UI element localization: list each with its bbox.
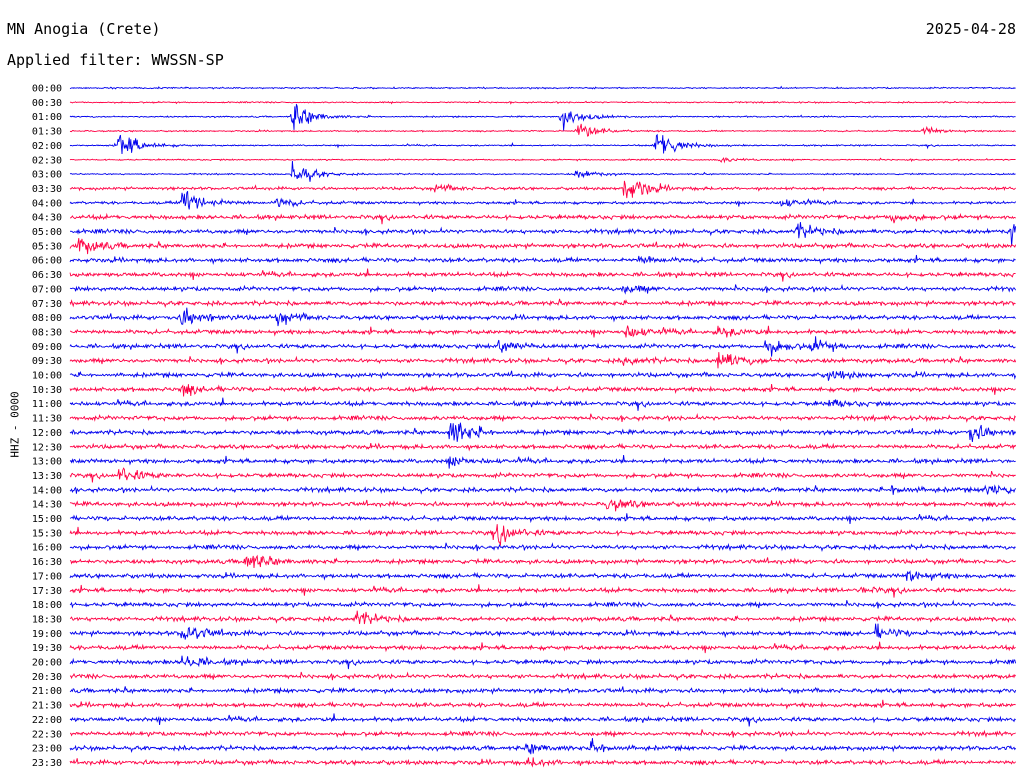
trace-line [69,222,1017,247]
time-label: 23:00 [32,744,62,755]
time-label: 17:30 [32,586,62,597]
time-label: 12:00 [32,428,62,439]
trace-line [69,499,1016,512]
trace-line [69,100,1016,105]
time-label: 20:00 [32,658,62,669]
trace-line [69,699,1016,710]
time-label: 19:00 [32,629,62,640]
trace-line [69,352,1017,369]
trace-line [69,85,1016,90]
trace-line [69,413,1016,423]
time-label: 09:30 [32,356,62,367]
time-label: 00:30 [32,98,62,109]
trace-line [69,686,1017,696]
trace-line [69,442,1017,452]
trace-line [69,238,1017,255]
time-label: 18:00 [32,600,62,611]
time-label: 21:30 [32,701,62,712]
traces [69,85,1017,768]
time-label: 16:30 [32,557,62,568]
time-label: 05:00 [32,227,62,238]
trace-line [69,728,1016,738]
trace-line [70,325,1017,338]
trace-line [69,384,1016,397]
trace-line [69,156,1016,164]
time-label: 06:30 [32,270,62,281]
time-label: 15:00 [32,514,62,525]
time-label: 04:30 [32,213,62,224]
time-label: 10:00 [32,371,62,382]
trace-line [69,370,1017,381]
trace-line [69,191,1016,210]
trace-line [69,123,1016,137]
time-label: 05:30 [32,241,62,252]
trace-line [69,212,1016,225]
time-label: 11:00 [32,399,62,410]
time-label: 13:00 [32,457,62,468]
time-label: 03:30 [32,184,62,195]
trace-line [69,584,1016,598]
trace-line [69,298,1016,309]
trace-line [69,738,1016,755]
time-label: 19:30 [32,643,62,654]
time-label: 14:00 [32,485,62,496]
time-label: 16:00 [32,543,62,554]
trace-line [69,422,1017,442]
trace-line [69,268,1016,282]
time-label: 11:30 [32,414,62,425]
trace-line [69,641,1016,654]
trace-line [69,671,1016,682]
time-label: 03:00 [32,170,62,181]
time-label: 02:30 [32,155,62,166]
trace-line [69,757,1016,768]
trace-line [69,570,1016,582]
time-label: 00:00 [32,84,62,95]
time-label: 23:30 [32,758,62,769]
time-label: 21:00 [32,686,62,697]
trace-line [69,610,1016,625]
trace-line [69,307,1016,327]
trace-line [69,524,1016,546]
trace-line [69,336,1016,357]
time-label: 02:00 [32,141,62,152]
trace-line [69,542,1016,553]
trace-line [69,180,1016,199]
trace-line [69,713,1016,727]
trace-line [69,554,1016,569]
trace-line [69,283,1016,295]
time-label: 14:30 [32,500,62,511]
time-labels: 00:00 00:30 01:00 01:30 02:00 02:30 03:00 03:30… [32,84,62,769]
trace-line [69,484,1016,495]
time-label: 07:00 [32,284,62,295]
trace-line [69,623,1017,640]
time-label: 22:30 [32,729,62,740]
trace-line [69,455,1016,469]
time-label: 01:00 [32,112,62,123]
time-label: 20:30 [32,672,62,683]
helicorder-plot: 00:00 00:30 01:00 01:30 02:00 02:30 03:00 03:30… [32,84,1017,769]
time-label: 09:00 [32,342,62,353]
time-label: 01:30 [32,127,62,138]
trace-line [69,467,1016,483]
time-label: 04:00 [32,198,62,209]
time-label: 08:30 [32,327,62,338]
trace-line [69,254,1016,266]
trace-line [69,513,1016,525]
time-label: 17:00 [32,571,62,582]
trace-line [69,599,1016,609]
trace-line [69,655,1017,670]
trace-line [69,104,1016,131]
time-label: 10:30 [32,385,62,396]
time-label: 15:30 [32,528,62,539]
time-label: 08:00 [32,313,62,324]
time-label: 07:30 [32,299,62,310]
time-label: 13:30 [32,471,62,482]
trace-line [69,397,1016,411]
time-label: 22:00 [32,715,62,726]
trace-line [69,133,1016,155]
trace-line [69,160,1016,182]
time-label: 12:30 [32,442,62,453]
time-label: 06:00 [32,256,62,267]
time-label: 18:30 [32,614,62,625]
